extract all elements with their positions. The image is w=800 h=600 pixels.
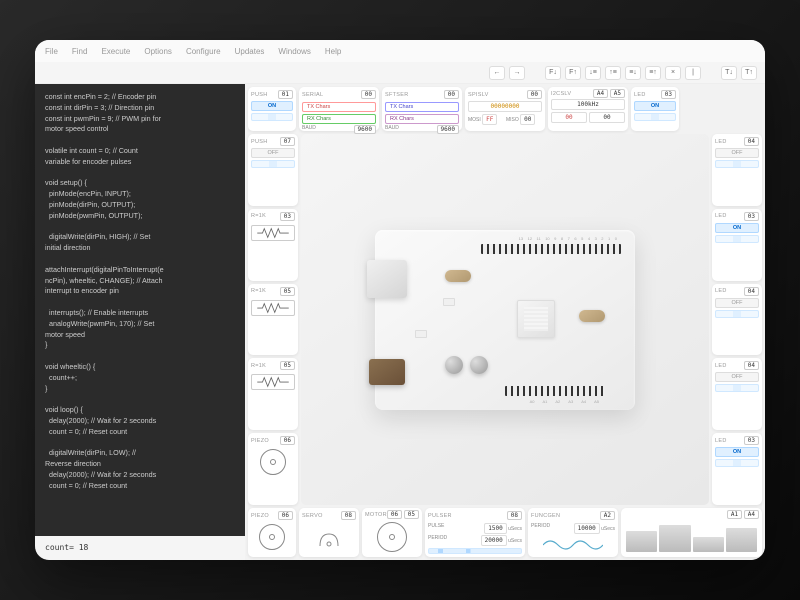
wave-icon [251, 113, 293, 121]
tool-sep[interactable]: | [685, 66, 701, 80]
tool-c[interactable]: ≡↓ [625, 66, 641, 80]
workspace: PUSH01 ON SERIAL00 TX Chars RX Chars BAU… [245, 84, 765, 560]
power-jack [369, 359, 405, 385]
pulse-wave-icon [428, 548, 522, 554]
wave-icon [634, 113, 676, 121]
resistor-icon [251, 225, 295, 241]
menubar: File Find Execute Options Configure Upda… [35, 40, 765, 62]
serial-tx[interactable]: TX Chars [302, 102, 376, 112]
tool-close[interactable]: × [665, 66, 681, 80]
push2-state[interactable]: OFF [251, 148, 295, 158]
slider-group[interactable] [624, 520, 759, 554]
nav-back-button[interactable]: ← [489, 66, 505, 80]
piezo-icon [260, 449, 286, 475]
analog-header [505, 386, 605, 396]
slider[interactable] [693, 537, 724, 552]
panel-led5[interactable]: LED04 OFF [712, 358, 762, 430]
tool-fdown[interactable]: F↓ [545, 66, 561, 80]
bottom-pin-labels: A0A1A2A3A4A5 [530, 399, 599, 404]
panel-i2cslv[interactable]: I2CSLVA4 A5 100kHz 00 00 [548, 87, 628, 131]
digital-header [481, 244, 621, 254]
pin-badge[interactable]: 01 [278, 90, 293, 99]
panel-piezo2[interactable]: PIEZO06 [248, 508, 296, 557]
panel-led3[interactable]: LED03 ON [712, 209, 762, 281]
menu-windows[interactable]: Windows [278, 47, 310, 56]
content: const int encPin = 2; // Encoder pin con… [35, 84, 765, 560]
arduino-board[interactable]: 131211109876543210 A0A1A2A3A4A5 [375, 230, 635, 410]
top-pin-labels: 131211109876543210 [519, 236, 617, 241]
menu-execute[interactable]: Execute [101, 47, 130, 56]
resistor-icon [251, 374, 295, 390]
small-chip1 [443, 298, 455, 306]
tool-tup[interactable]: T↑ [741, 66, 757, 80]
panel-led2[interactable]: LED04 OFF [712, 134, 762, 206]
sftser-rx[interactable]: RX Chars [385, 114, 459, 124]
panel-pulser[interactable]: PULSER08 PULSE1500 uSecs PERIOD20000 uSe… [425, 508, 525, 557]
piezo-icon [259, 524, 285, 550]
panel-funcgen[interactable]: FUNCGENA2 PERIOD10000 uSecs [528, 508, 618, 557]
panel-led6[interactable]: LED03 ON [712, 433, 762, 505]
capacitor2 [470, 356, 488, 374]
code-panel: const int encPin = 2; // Encoder pin con… [35, 84, 245, 560]
tool-fup[interactable]: F↑ [565, 66, 581, 80]
panel-mixer[interactable]: A1 A4 [621, 508, 762, 557]
panel-push2[interactable]: PUSH07 OFF [248, 134, 298, 206]
led1-state[interactable]: ON [634, 101, 676, 111]
slider[interactable] [659, 525, 690, 552]
panel-sftser[interactable]: SFTSER00 TX Chars RX Chars BAUD9600 [382, 87, 462, 131]
panel-r2[interactable]: R=1K05 [248, 284, 298, 356]
tool-tdown[interactable]: T↓ [721, 66, 737, 80]
menu-help[interactable]: Help [325, 47, 341, 56]
sftser-tx[interactable]: TX Chars [385, 102, 459, 112]
panel-piezo1[interactable]: PIEZO06 [248, 433, 298, 505]
nav-fwd-button[interactable]: → [509, 66, 525, 80]
mcu-chip [517, 300, 555, 338]
crystal2 [579, 310, 605, 322]
tool-d[interactable]: ≡↑ [645, 66, 661, 80]
motor-icon [377, 522, 407, 552]
usb-port [367, 260, 407, 298]
resistor-icon [251, 300, 295, 316]
i2c-clk: 100kHz [551, 99, 625, 110]
panel-motor[interactable]: MOTOR06 05 [362, 508, 422, 557]
toolbar: ← → F↓ F↑ ↓≡ ↑≡ ≡↓ ≡↑ × | T↓ T↑ [35, 62, 765, 84]
sine-wave-icon [531, 535, 615, 554]
slider[interactable] [726, 528, 757, 552]
console-output: count= 18 [35, 536, 245, 560]
capacitor1 [445, 356, 463, 374]
tool-a[interactable]: ↓≡ [585, 66, 601, 80]
servo-icon [302, 522, 356, 554]
push1-state[interactable]: ON [251, 101, 293, 111]
code-body[interactable]: const int encPin = 2; // Encoder pin con… [35, 84, 245, 536]
panel-serial[interactable]: SERIAL00 TX Chars RX Chars BAUD9600 [299, 87, 379, 131]
board-viewport[interactable]: 131211109876543210 A0A1A2A3A4A5 [301, 134, 709, 505]
panel-led1[interactable]: LED03 ON [631, 87, 679, 131]
serial-rx[interactable]: RX Chars [302, 114, 376, 124]
panel-spislv[interactable]: SPISLV00 00000000 MOSI FF MISO 00 [465, 87, 545, 131]
menu-find[interactable]: Find [72, 47, 88, 56]
panel-r3[interactable]: R=1K05 [248, 358, 298, 430]
app-window: File Find Execute Options Configure Upda… [35, 40, 765, 560]
menu-options[interactable]: Options [144, 47, 172, 56]
menu-updates[interactable]: Updates [235, 47, 265, 56]
panel-servo[interactable]: SERVO08 [299, 508, 359, 557]
slider[interactable] [626, 531, 657, 552]
panel-led4[interactable]: LED04 OFF [712, 284, 762, 356]
menu-configure[interactable]: Configure [186, 47, 221, 56]
panel-push1[interactable]: PUSH01 ON [248, 87, 296, 131]
panel-r1[interactable]: R=1K03 [248, 209, 298, 281]
small-chip2 [415, 330, 427, 338]
tool-b[interactable]: ↑≡ [605, 66, 621, 80]
spislv-data: 00000000 [468, 101, 542, 112]
menu-file[interactable]: File [45, 47, 58, 56]
crystal1 [445, 270, 471, 282]
